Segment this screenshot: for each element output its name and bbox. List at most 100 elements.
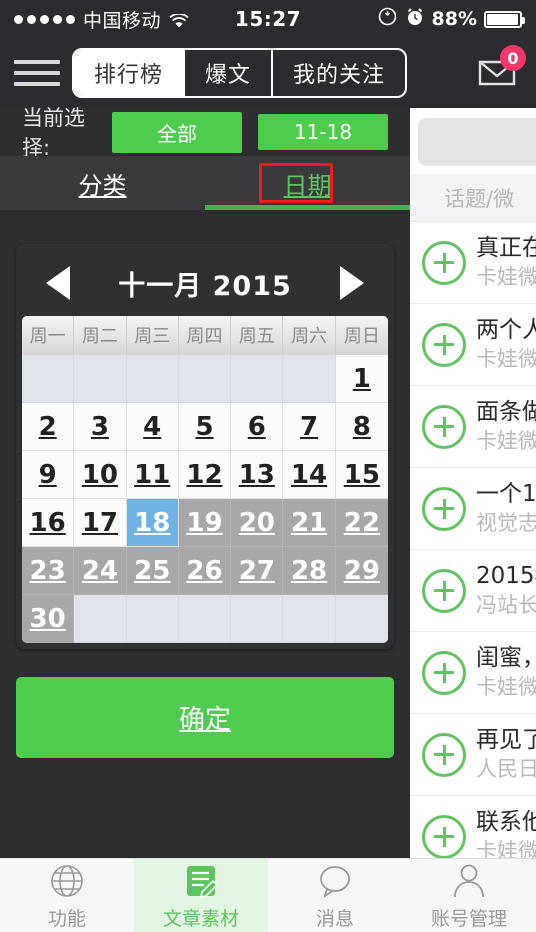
- calendar-day-23: 23: [22, 547, 75, 595]
- current-selection-label: 当前选择:: [22, 106, 85, 160]
- plus-circle-icon[interactable]: [422, 732, 466, 777]
- list-item[interactable]: 2015年冯站长: [410, 550, 536, 632]
- bottom-tab-bar: 功能 文章素材 消息 账号管理: [0, 858, 536, 932]
- list-item-texts: 两个人 卡娃微: [476, 316, 536, 373]
- calendar-weekday-0: 周一: [22, 316, 75, 355]
- list-item[interactable]: 再见了 人民日: [410, 714, 536, 796]
- rotation-lock-icon: [377, 6, 398, 32]
- plus-circle-icon[interactable]: [422, 650, 466, 695]
- tabbar-label-articles: 文章素材: [162, 908, 239, 930]
- tabbar-item-messages[interactable]: 消息: [268, 859, 402, 932]
- plus-circle-icon[interactable]: [422, 404, 466, 449]
- calendar-day-15[interactable]: 15: [335, 451, 388, 499]
- calendar-blank-cell: [74, 355, 127, 403]
- globe-icon: [46, 860, 88, 902]
- calendar-blank-cell: [22, 355, 75, 403]
- calendar-day-3[interactable]: 3: [74, 403, 127, 451]
- list-item-source: 视觉志: [476, 510, 536, 535]
- list-item-source: 卡娃微: [476, 674, 536, 699]
- battery-icon: [484, 10, 525, 28]
- calendar-weekday-3: 周四: [179, 316, 232, 355]
- calendar-weekday-6: 周日: [343, 326, 380, 347]
- calendar-day-25: 25: [126, 547, 179, 595]
- calendar-day-26: 26: [178, 547, 232, 595]
- filter-chip-category[interactable]: 全部: [112, 111, 242, 153]
- tab-my-follows[interactable]: 我的关注: [273, 50, 405, 96]
- inbox-button[interactable]: 0: [472, 45, 526, 96]
- article-list-panel: 话题/微 真正在卡娃微两个人卡娃微面条做卡娃微一个17视觉志2015年冯站长闺蜜…: [410, 108, 536, 932]
- list-item-texts: 一个17 视觉志: [476, 480, 536, 537]
- status-bar-left: 中国移动: [14, 6, 189, 33]
- tabbar-label-messages: 消息: [315, 908, 354, 930]
- hamburger-menu-icon[interactable]: [14, 60, 60, 86]
- calendar-day-18[interactable]: 18: [126, 499, 179, 547]
- plus-circle-icon[interactable]: [422, 322, 466, 367]
- calendar-day-4[interactable]: 4: [126, 403, 179, 451]
- calendar-day-21: 21: [283, 499, 336, 547]
- list-item[interactable]: 闺蜜， 卡娃微: [410, 632, 536, 714]
- list-item-title: 一个17: [476, 480, 536, 507]
- calendar-weekday-row: 周一 周二 周三 周四 周五 周六 周日: [22, 316, 388, 355]
- calendar-day-11[interactable]: 11: [126, 451, 179, 499]
- calendar-day-2[interactable]: 2: [22, 403, 75, 451]
- tabbar-item-articles[interactable]: 文章素材: [134, 859, 268, 932]
- subtab-category[interactable]: 分类: [0, 156, 205, 210]
- person-icon: [448, 860, 490, 902]
- segmented-tab-control: 排行榜 爆文 我的关注: [72, 48, 408, 98]
- calendar-header: 十一月 2015: [22, 250, 388, 316]
- battery-percent: 88%: [431, 8, 477, 30]
- content-area: 当前选择: 全部 11-18 分类 日期 十一月 2015 周一 周二 周三 周…: [0, 106, 536, 932]
- calendar-day-20: 20: [231, 499, 284, 547]
- calendar-day-13[interactable]: 13: [231, 451, 284, 499]
- chevron-right-icon[interactable]: [339, 266, 364, 300]
- plus-circle-icon[interactable]: [422, 240, 466, 285]
- calendar-day-17[interactable]: 17: [74, 499, 127, 547]
- list-item-source: 冯站长: [476, 592, 536, 617]
- calendar-day-1[interactable]: 1: [335, 355, 388, 403]
- calendar-day-5[interactable]: 5: [178, 403, 232, 451]
- calendar-day-14[interactable]: 14: [283, 451, 336, 499]
- calendar-day-16[interactable]: 16: [22, 499, 75, 547]
- filter-chip-date[interactable]: 11-18: [258, 114, 388, 150]
- list-item[interactable]: 真正在 卡娃微: [410, 222, 536, 304]
- search-input[interactable]: [418, 118, 536, 166]
- calendar-weekday-1: 周二: [74, 316, 127, 355]
- tabbar-item-features[interactable]: 功能: [0, 859, 134, 932]
- status-bar-right: 88%: [377, 6, 525, 32]
- calendar-day-24: 24: [74, 547, 127, 595]
- plus-circle-icon[interactable]: [422, 486, 466, 531]
- calendar-day-12[interactable]: 12: [178, 451, 232, 499]
- plus-circle-icon[interactable]: [422, 814, 466, 859]
- tabbar-item-account[interactable]: 账号管理: [402, 859, 536, 932]
- top-navigation-bar: 排行榜 爆文 我的关注 0: [0, 38, 536, 108]
- list-item[interactable]: 面条做 卡娃微: [410, 386, 536, 468]
- list-item-title: 真正在: [476, 234, 536, 261]
- tabbar-label-account: 账号管理: [430, 908, 507, 930]
- plus-circle-icon[interactable]: [422, 568, 466, 613]
- confirm-button[interactable]: 确定: [16, 677, 394, 758]
- calendar-day-10[interactable]: 10: [74, 451, 127, 499]
- chevron-left-icon[interactable]: [46, 266, 70, 300]
- list-item-title: 联系他: [476, 808, 536, 835]
- calendar-day-9[interactable]: 9: [22, 451, 75, 499]
- current-selection-row: 当前选择: 全部 11-18: [0, 106, 410, 160]
- calendar-blank-cell: [335, 595, 388, 643]
- list-item[interactable]: 一个17 视觉志: [410, 468, 536, 550]
- calendar-weekday-4: 周五: [231, 316, 284, 355]
- calendar-day-8[interactable]: 8: [335, 403, 388, 451]
- calendar-day-6[interactable]: 6: [231, 403, 284, 451]
- list-item-source: 人民日: [476, 756, 536, 781]
- calendar-day-7[interactable]: 7: [283, 403, 336, 451]
- calendar-blank-cell: [231, 595, 284, 643]
- list-item-texts: 联系他 卡娃微: [476, 808, 536, 865]
- inbox-icon: [472, 60, 522, 100]
- signal-strength-dots: [14, 14, 75, 24]
- calendar-day-19: 19: [178, 499, 232, 547]
- list-item-texts: 2015年冯站长: [476, 562, 536, 619]
- tab-hot-articles[interactable]: 爆文: [185, 50, 274, 96]
- tab-ranking[interactable]: 排行榜: [74, 50, 186, 96]
- calendar-blank-cell: [178, 355, 232, 403]
- list-item-source: 卡娃微: [476, 346, 536, 371]
- list-item[interactable]: 两个人 卡娃微: [410, 304, 536, 386]
- subtab-date[interactable]: 日期: [205, 156, 410, 210]
